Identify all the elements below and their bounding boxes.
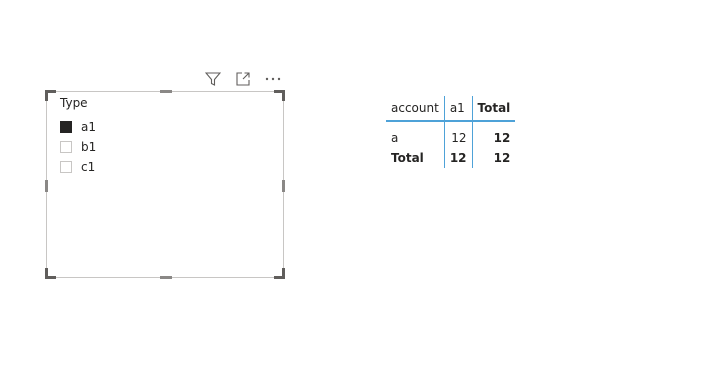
cell-a1: 12	[444, 121, 473, 148]
slicer-title: Type	[60, 96, 88, 110]
checkbox-unchecked[interactable]	[60, 161, 72, 173]
slicer-item-label: a1	[81, 120, 96, 134]
filter-icon[interactable]	[204, 71, 222, 87]
checkbox-unchecked[interactable]	[60, 141, 72, 153]
resize-handle-bottom[interactable]	[160, 276, 172, 279]
checkbox-checked[interactable]	[60, 121, 72, 133]
matrix-visual[interactable]: account a1 Total a 12 12 Total 12 12	[386, 96, 516, 168]
resize-handle-bottom-right[interactable]	[274, 268, 285, 279]
resize-handle-top-right[interactable]	[274, 90, 285, 101]
slicer-item-label: c1	[81, 160, 96, 174]
resize-handle-top-left[interactable]	[45, 90, 56, 101]
cell-total: 12	[493, 131, 511, 145]
matrix-table: account a1 Total a 12 12 Total 12 12	[386, 96, 516, 168]
resize-handle-top[interactable]	[160, 90, 172, 93]
slicer-item-c1[interactable]: c1	[60, 157, 96, 177]
resize-handle-bottom-left[interactable]	[45, 268, 56, 279]
slicer-item-label: b1	[81, 140, 97, 154]
more-options-icon[interactable]	[264, 71, 282, 87]
row-label: Total	[386, 148, 445, 168]
slicer-item-a1[interactable]: a1	[60, 117, 96, 137]
header-account[interactable]: account	[386, 96, 445, 122]
resize-handle-right[interactable]	[282, 180, 285, 192]
matrix-header-row: account a1 Total	[386, 96, 516, 122]
slicer-item-b1[interactable]: b1	[60, 137, 96, 157]
cell-total: 12	[493, 151, 511, 165]
visual-header	[204, 70, 282, 88]
resize-handle-left[interactable]	[45, 180, 48, 192]
table-row: a 12 12	[386, 121, 515, 148]
slicer-item-list: a1 b1 c1	[60, 117, 96, 177]
table-total-row: Total 12 12	[386, 148, 515, 168]
header-a1[interactable]: a1	[444, 96, 473, 122]
cell-a1: 12	[444, 148, 473, 168]
header-total[interactable]: Total	[472, 96, 516, 122]
focus-mode-icon[interactable]	[234, 71, 252, 87]
type-slicer[interactable]: Type a1 b1 c1	[45, 90, 285, 279]
row-label[interactable]: a	[386, 121, 445, 148]
